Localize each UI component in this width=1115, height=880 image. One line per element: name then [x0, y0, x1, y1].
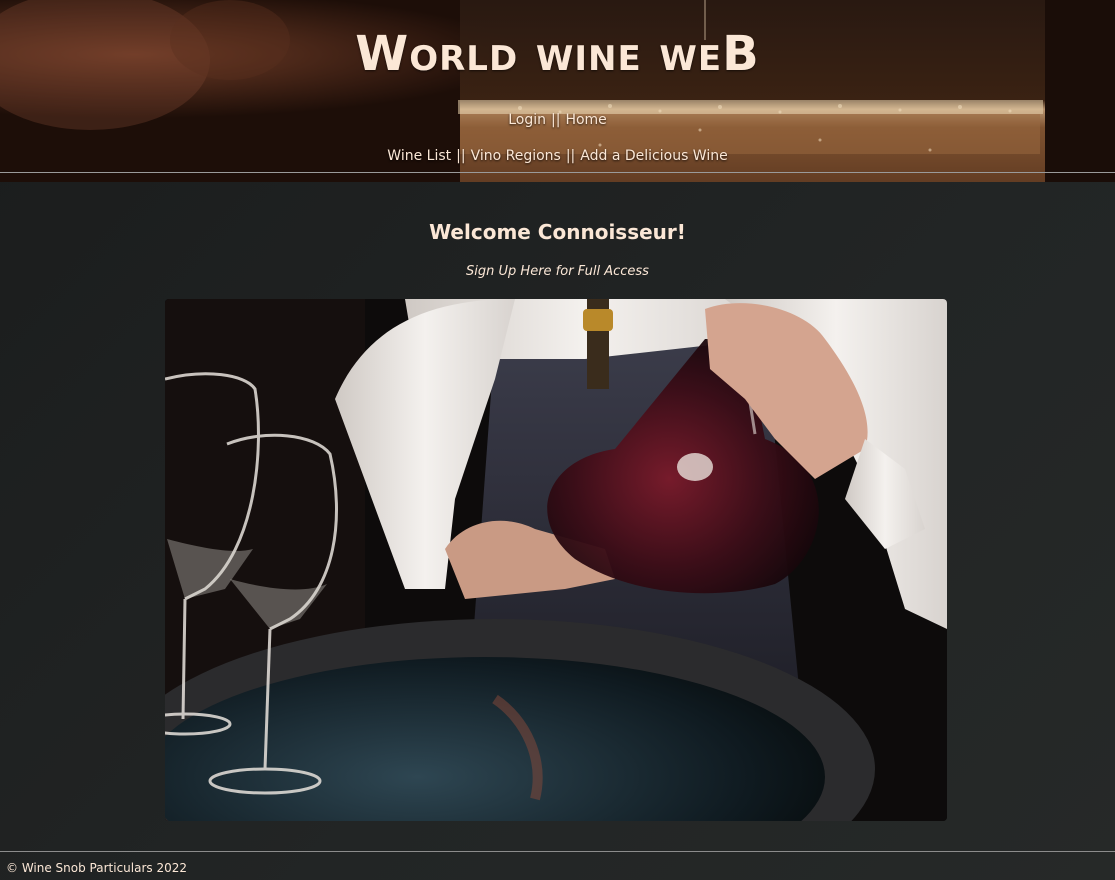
- site-header: World wine weB Login || Home Wine List || Vi…: [0, 0, 1115, 182]
- site-title: World wine weB: [355, 26, 760, 82]
- footer-divider: [0, 851, 1115, 852]
- hero-image: [165, 299, 947, 821]
- signup-link[interactable]: Sign Up Here for Full Access: [0, 263, 1115, 281]
- nav-login-link[interactable]: Login: [508, 112, 546, 128]
- sommelier-photo: [165, 299, 947, 821]
- nav-separator: ||: [565, 148, 576, 164]
- header-divider: [0, 172, 1115, 173]
- nav-separator: ||: [551, 112, 561, 128]
- nav-wine-list-link[interactable]: Wine List: [387, 148, 451, 164]
- nav-home-link[interactable]: Home: [565, 112, 606, 128]
- footer-copyright: © Wine Snob Particulars 2022: [6, 861, 188, 875]
- main-nav: Wine List || Vino Regions || Add a Delicious…: [0, 147, 1115, 165]
- nav-vino-regions-link[interactable]: Vino Regions: [471, 148, 561, 164]
- welcome-heading: Welcome Connoisseur!: [429, 220, 686, 244]
- nav-add-wine-link[interactable]: Add a Delicious Wine: [580, 148, 727, 164]
- page: World wine weB Login || Home Wine List || Vi…: [0, 0, 1115, 880]
- nav-separator: ||: [456, 148, 466, 164]
- top-nav: Login || Home: [0, 111, 1115, 129]
